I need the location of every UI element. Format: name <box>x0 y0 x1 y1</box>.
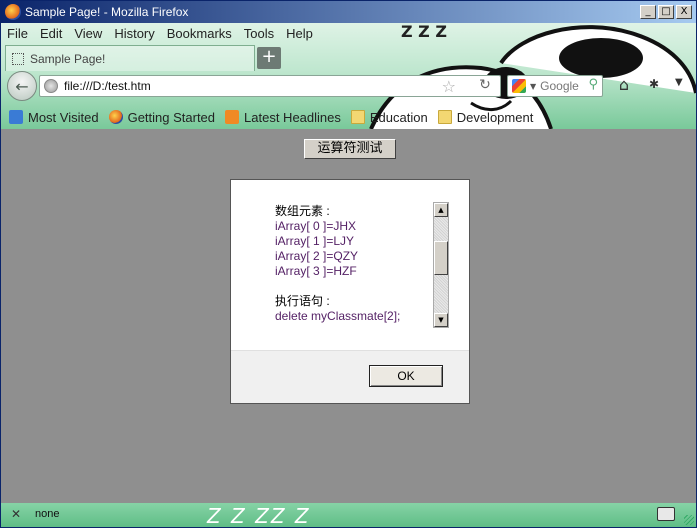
folder-icon <box>350 110 365 124</box>
globe-icon <box>44 79 58 93</box>
ok-button[interactable]: OK <box>369 365 443 387</box>
menu-view[interactable]: View <box>74 26 102 41</box>
tab-label: Sample Page! <box>30 51 106 66</box>
message-line: 执行语句 : <box>275 294 330 308</box>
bookmark-getting-started[interactable]: Getting Started <box>108 109 216 125</box>
bookmark-label: Latest Headlines <box>244 109 341 125</box>
back-arrow-icon: ← <box>15 76 29 96</box>
browser-chrome: Z Z Z File Edit View History Bookmarks T… <box>1 23 696 129</box>
search-icon[interactable]: ⚲ <box>588 77 598 92</box>
printer-icon[interactable] <box>657 507 675 521</box>
window-title: Sample Page! - Mozilla Firefox <box>25 5 189 19</box>
status-text[interactable]: none <box>35 508 59 520</box>
bookmark-star-icon[interactable]: ☆ <box>442 77 456 96</box>
back-button[interactable]: ← <box>7 71 37 101</box>
page-content: 运算符测试 数组元素 : iArray[ 0 ]=JHX iArray[ 1 ]… <box>1 129 696 503</box>
resize-grip[interactable] <box>684 515 694 525</box>
chevron-down-icon[interactable]: ▼ <box>530 82 536 91</box>
message-line: iArray[ 3 ]=HZF <box>275 264 357 278</box>
scroll-down-icon[interactable]: ▼ <box>434 313 448 327</box>
window-controls: _ □ X <box>640 5 692 19</box>
message-line: 数组元素 : <box>275 204 330 218</box>
menu-edit[interactable]: Edit <box>40 26 62 41</box>
bookmark-latest-headlines[interactable]: Latest Headlines <box>225 110 341 125</box>
menu-history[interactable]: History <box>114 26 154 41</box>
bookmarks-toolbar: Most Visited Getting Started Latest Head… <box>1 107 533 127</box>
message-line-blank <box>275 279 455 294</box>
tab-strip: Sample Page! + <box>1 45 696 71</box>
minimize-button[interactable]: _ <box>640 5 656 19</box>
maximize-button[interactable]: □ <box>658 5 674 19</box>
message-line: delete myClassmate[2]; <box>275 309 401 323</box>
home-icon[interactable]: ⌂ <box>613 75 635 97</box>
bookmark-label: Development <box>456 109 534 125</box>
message-line: iArray[ 0 ]=JHX <box>275 219 357 233</box>
menu-help[interactable]: Help <box>286 26 313 41</box>
title-bar[interactable]: Sample Page! - Mozilla Firefox _ □ X <box>1 1 696 23</box>
dialog-message-area: 数组元素 : iArray[ 0 ]=JHX iArray[ 1 ]=LJY i… <box>231 180 469 350</box>
menu-file[interactable]: File <box>7 26 28 41</box>
new-tab-button[interactable]: + <box>257 47 281 69</box>
page-icon <box>12 52 24 65</box>
bookmark-education[interactable]: Education <box>350 109 428 125</box>
dialog-scrollbar[interactable]: ▲ ▼ <box>433 202 449 328</box>
most-visited-icon <box>9 110 23 124</box>
bookmark-label: Education <box>369 109 428 125</box>
scroll-thumb[interactable] <box>434 241 448 275</box>
scroll-up-icon[interactable]: ▲ <box>434 203 448 217</box>
browser-window: Sample Page! - Mozilla Firefox _ □ X Z Z… <box>0 0 697 528</box>
firefox-icon <box>5 4 21 20</box>
reload-icon[interactable]: ↻ <box>474 77 496 95</box>
folder-icon <box>437 110 452 124</box>
menu-bookmarks[interactable]: Bookmarks <box>167 26 232 41</box>
status-bar: ✕ none Z Z ZZ Z <box>1 503 696 527</box>
menu-tools[interactable]: Tools <box>244 26 274 41</box>
addon-icon[interactable]: ✱ <box>649 77 667 95</box>
menu-bar: File Edit View History Bookmarks Tools H… <box>1 23 313 43</box>
operator-test-button[interactable]: 运算符测试 <box>304 139 396 159</box>
toolbar-chevron-icon[interactable]: ▼ <box>675 77 691 95</box>
status-zz-decoration: Z Z ZZ Z <box>207 504 311 528</box>
url-bar[interactable]: file:///D:/test.htm ☆ ↻ <box>39 75 501 97</box>
message-line: iArray[ 2 ]=QZY <box>275 249 359 263</box>
firefox-icon <box>108 110 123 124</box>
zz-text: Z Z Z <box>401 23 447 41</box>
tab-sample-page[interactable]: Sample Page! <box>5 45 255 71</box>
dialog-message: 数组元素 : iArray[ 0 ]=JHX iArray[ 1 ]=LJY i… <box>275 204 455 324</box>
bookmark-most-visited[interactable]: Most Visited <box>9 110 99 125</box>
message-line: iArray[ 1 ]=LJY <box>275 234 355 248</box>
search-bar[interactable]: ▼ Google ⚲ <box>507 75 603 97</box>
close-icon[interactable]: ✕ <box>11 507 21 521</box>
url-text: file:///D:/test.htm <box>64 79 151 93</box>
google-icon[interactable] <box>512 79 526 93</box>
bookmark-label: Most Visited <box>28 109 99 125</box>
bookmark-label: Getting Started <box>127 109 216 125</box>
navigation-toolbar: ← file:///D:/test.htm ☆ ↻ ▼ Google ⚲ ⌂ ✱… <box>1 71 696 101</box>
alert-dialog: 数组元素 : iArray[ 0 ]=JHX iArray[ 1 ]=LJY i… <box>230 179 470 404</box>
search-placeholder: Google <box>540 79 579 93</box>
close-button[interactable]: X <box>676 5 692 19</box>
rss-icon <box>225 110 240 124</box>
dialog-footer: OK <box>231 350 469 403</box>
bookmark-development[interactable]: Development <box>437 109 534 125</box>
